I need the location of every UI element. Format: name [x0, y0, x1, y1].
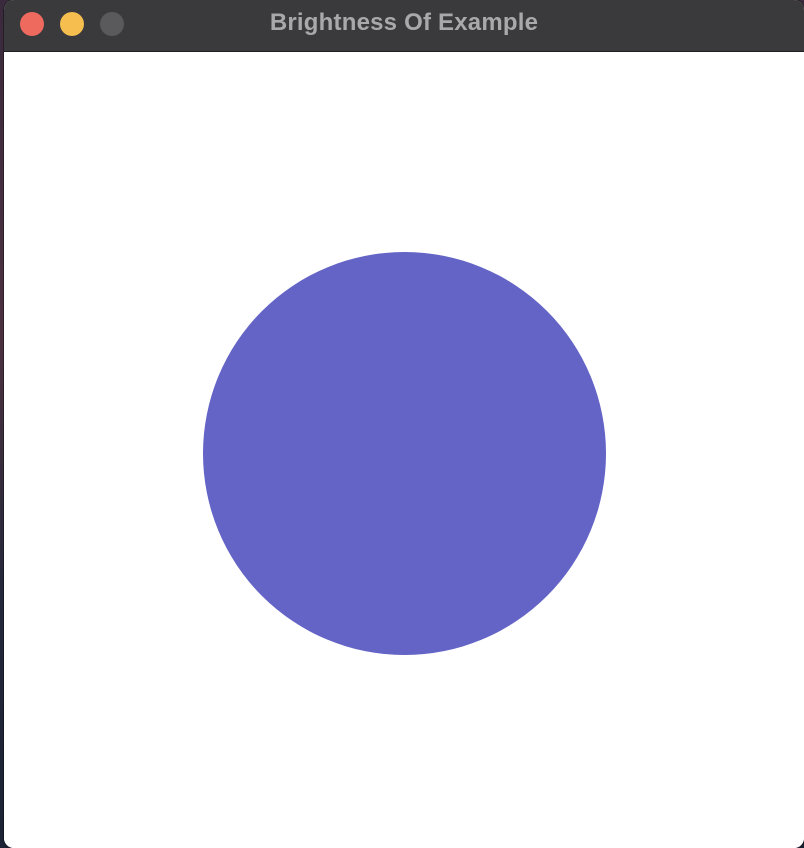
drawing-canvas — [4, 52, 804, 848]
filled-circle — [203, 252, 606, 655]
title-bar[interactable]: Brightness Of Example — [4, 0, 804, 52]
app-window: Brightness Of Example — [4, 0, 804, 848]
window-title: Brightness Of Example — [269, 9, 539, 36]
